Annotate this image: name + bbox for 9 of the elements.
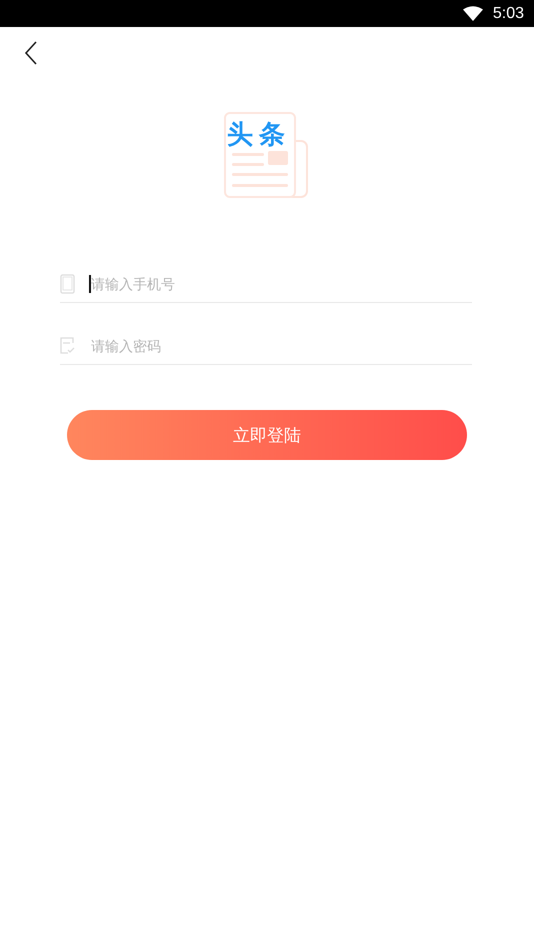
status-time: 5:03: [492, 4, 524, 22]
back-chevron-icon: [24, 41, 38, 65]
newspaper-logo: 头条: [223, 111, 309, 201]
login-button[interactable]: 立即登陆: [67, 410, 467, 460]
wifi-icon: [462, 6, 483, 21]
phone-icon: [60, 274, 75, 294]
input-field[interactable]: 请输入密码: [89, 334, 472, 356]
checklist-icon: [60, 337, 75, 354]
input-field[interactable]: 请输入手机号: [89, 272, 472, 294]
